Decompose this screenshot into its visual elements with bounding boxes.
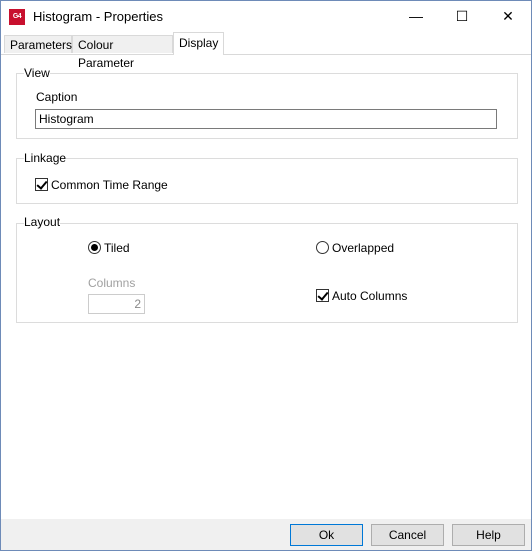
help-button[interactable]: Help (452, 524, 525, 546)
tiled-label[interactable]: Tiled (104, 241, 130, 255)
tab-display[interactable]: Display (173, 32, 224, 55)
maximize-icon: ☐ (455, 8, 469, 24)
auto-columns-checkbox[interactable] (316, 289, 329, 302)
button-bar: Ok Cancel Help (1, 519, 531, 550)
maximize-button[interactable]: ☐ (439, 1, 485, 32)
caption-label: Caption (36, 90, 78, 104)
minimize-button[interactable]: — (393, 1, 439, 32)
app-logo-icon: G4 (9, 9, 25, 25)
properties-dialog: G4 Histogram - Properties — ☐ ✕ Paramete… (0, 0, 532, 551)
view-group-label: View (24, 66, 50, 80)
title-bar[interactable]: G4 Histogram - Properties — ☐ ✕ (1, 1, 531, 32)
tab-colour-parameter[interactable]: Colour Parameter (72, 35, 173, 70)
tiled-radio[interactable] (88, 241, 101, 254)
common-time-range-checkbox[interactable] (35, 178, 48, 191)
overlapped-label[interactable]: Overlapped (332, 241, 394, 255)
tab-strip: Parameters Colour Parameter Display (1, 32, 531, 70)
linkage-group-label: Linkage (24, 151, 67, 165)
close-icon: ✕ (502, 8, 514, 24)
columns-input[interactable]: 2 (88, 294, 145, 314)
minimize-icon: — (409, 8, 423, 24)
common-time-range-label[interactable]: Common Time Range (51, 178, 168, 192)
cancel-button[interactable]: Cancel (371, 524, 444, 546)
window-title: Histogram - Properties (33, 9, 164, 24)
close-button[interactable]: ✕ (485, 1, 531, 32)
auto-columns-label[interactable]: Auto Columns (332, 289, 407, 303)
columns-label: Columns (88, 276, 136, 290)
overlapped-radio[interactable] (316, 241, 329, 254)
ok-button[interactable]: Ok (290, 524, 363, 546)
view-group (16, 73, 518, 139)
layout-group-label: Layout (24, 215, 61, 229)
caption-input[interactable] (35, 109, 497, 129)
tab-parameters[interactable]: Parameters (4, 35, 72, 53)
